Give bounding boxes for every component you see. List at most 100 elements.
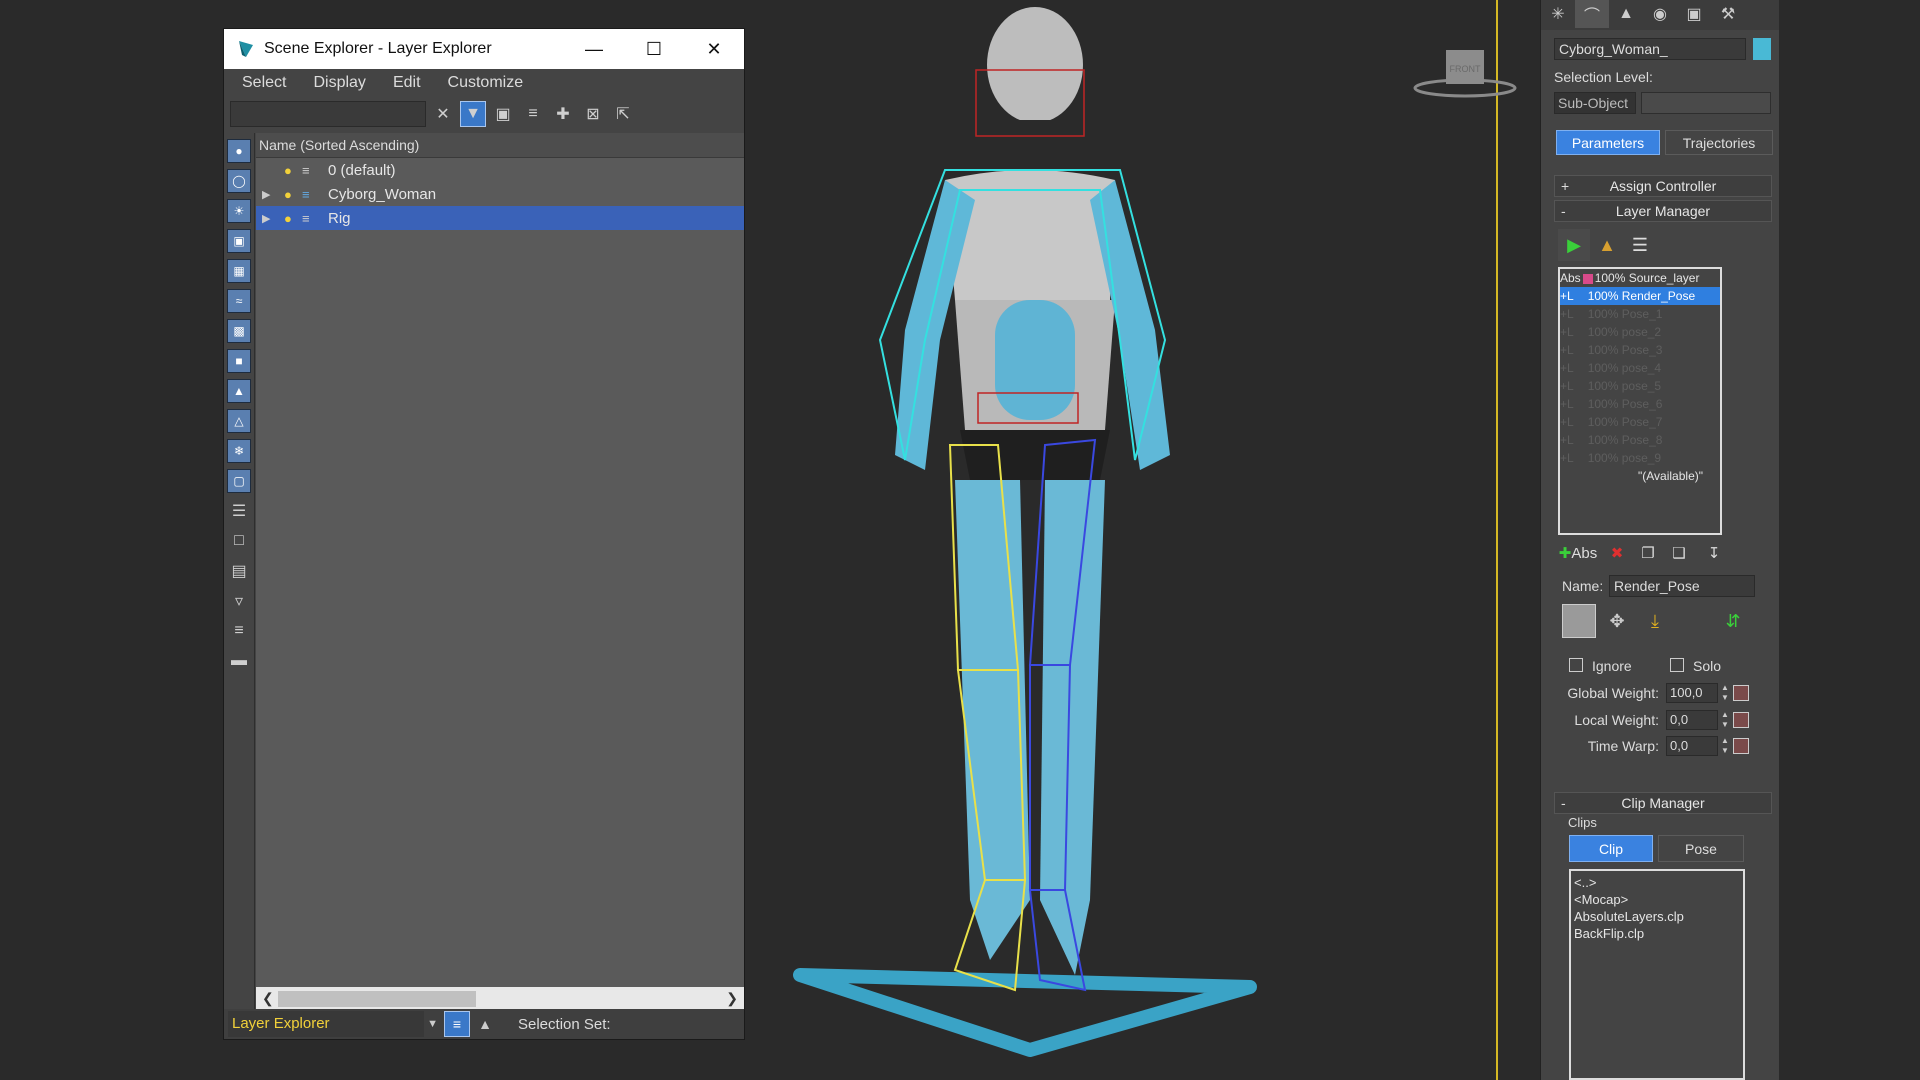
anim-layer-row[interactable]: +L 100% Render_Pose: [1560, 287, 1720, 305]
add-layer-button[interactable]: ✚: [550, 101, 576, 127]
column-header-name[interactable]: Name (Sorted Ascending): [256, 133, 744, 158]
add-abs-layer-button[interactable]: ✚ Abs: [1558, 539, 1598, 567]
anim-layer-row[interactable]: +L 100% Pose_8: [1560, 431, 1720, 449]
assign-controller-rollout[interactable]: + Assign Controller: [1554, 175, 1772, 197]
maximize-button[interactable]: ☐: [624, 29, 684, 69]
filter-options-button[interactable]: ≡: [227, 619, 251, 643]
bulb-icon[interactable]: ●: [284, 163, 298, 178]
motion-tab[interactable]: ◉: [1643, 0, 1677, 28]
anim-layer-row[interactable]: +L 100% pose_9: [1560, 449, 1720, 467]
time-warp-spinner[interactable]: ▲ ▼: [1720, 736, 1730, 756]
minimize-button[interactable]: —: [564, 29, 624, 69]
menu-customize[interactable]: Customize: [448, 74, 524, 92]
display-helpers-button[interactable]: ▦: [227, 259, 251, 283]
collapse-layer-button[interactable]: ↧: [1699, 539, 1729, 567]
close-button[interactable]: ✕: [684, 29, 744, 69]
display-bones-button[interactable]: ▲: [227, 379, 251, 403]
clip-item[interactable]: <..>: [1574, 874, 1743, 891]
global-weight-curve-button[interactable]: [1733, 685, 1749, 701]
delete-layer-button[interactable]: ✖: [1602, 539, 1632, 567]
anim-layer-list[interactable]: Abs 100% Source_layer +L 100% Render_Pose …: [1558, 267, 1722, 535]
tab-pose[interactable]: Pose: [1658, 835, 1744, 862]
display-invert-button[interactable]: ▤: [227, 559, 251, 583]
title-bar[interactable]: Scene Explorer - Layer Explorer — ☐ ✕: [224, 29, 744, 69]
tab-parameters[interactable]: Parameters: [1556, 130, 1660, 155]
display-geometry-button[interactable]: ●: [227, 139, 251, 163]
solo-checkbox[interactable]: [1670, 658, 1684, 672]
display-tab[interactable]: ▣: [1677, 0, 1711, 28]
display-xrefs-button[interactable]: ■: [227, 349, 251, 373]
play-button[interactable]: ▶: [1558, 229, 1590, 261]
menu-display[interactable]: Display: [313, 74, 365, 92]
anim-layer-row[interactable]: +L 100% pose_4: [1560, 359, 1720, 377]
layer-row-default[interactable]: ● ≡ 0 (default): [256, 158, 744, 182]
settings-button[interactable]: ☰: [1624, 229, 1656, 261]
ignore-checkbox[interactable]: [1569, 658, 1583, 672]
anim-layer-row[interactable]: Abs 100% Source_layer: [1560, 269, 1720, 287]
bulb-icon[interactable]: ●: [284, 211, 298, 226]
save-pose-button[interactable]: ⤓: [1638, 604, 1672, 638]
scroll-right-icon[interactable]: ❯: [726, 990, 738, 1007]
anim-layer-row[interactable]: +L 100% Pose_7: [1560, 413, 1720, 431]
layer-row-rig[interactable]: ▶ ● ≡ Rig: [256, 206, 744, 230]
menu-select[interactable]: Select: [242, 74, 286, 92]
scroll-thumb[interactable]: [278, 991, 476, 1007]
clip-item[interactable]: BackFlip.clp: [1574, 925, 1743, 942]
clip-item[interactable]: <Mocap>: [1574, 891, 1743, 908]
clip-list[interactable]: <..> <Mocap> AbsoluteLayers.clp BackFlip…: [1569, 869, 1745, 1080]
filter-button[interactable]: ▿: [227, 589, 251, 613]
copy-layer-button[interactable]: ❐: [1633, 539, 1663, 567]
local-weight-field[interactable]: 0,0: [1666, 710, 1718, 730]
lock-button[interactable]: ▣: [490, 101, 516, 127]
display-frozen-button[interactable]: ❄: [227, 439, 251, 463]
display-hidden-button[interactable]: ▢: [227, 469, 251, 493]
display-none-button[interactable]: □: [227, 529, 251, 553]
paste-layer-button[interactable]: ❑: [1664, 539, 1694, 567]
global-weight-spinner[interactable]: ▲ ▼: [1720, 683, 1730, 703]
time-warp-field[interactable]: 0,0: [1666, 736, 1718, 756]
anim-layer-row[interactable]: +L 100% pose_5: [1560, 377, 1720, 395]
layers-button[interactable]: ≡: [520, 101, 546, 127]
chevron-right-icon[interactable]: ▶: [262, 212, 276, 225]
local-weight-curve-button[interactable]: [1733, 712, 1749, 728]
layer-color-button[interactable]: [1562, 604, 1596, 638]
tab-trajectories[interactable]: Trajectories: [1665, 130, 1773, 155]
available-row[interactable]: "(Available)": [1560, 467, 1720, 485]
add-selected-button[interactable]: ⊠: [580, 101, 606, 127]
layer-name-field[interactable]: Render_Pose: [1609, 575, 1755, 597]
object-color-swatch[interactable]: [1753, 38, 1771, 60]
menu-edit[interactable]: Edit: [393, 74, 421, 92]
tree-button[interactable]: ▲: [1591, 229, 1623, 261]
chevron-right-icon[interactable]: ▶: [262, 188, 276, 201]
display-lights-button[interactable]: ☀: [227, 199, 251, 223]
layer-manager-rollout[interactable]: - Layer Manager: [1554, 200, 1772, 222]
anim-layer-row[interactable]: +L 100% Pose_1: [1560, 305, 1720, 323]
object-name-field[interactable]: Cyborg_Woman_: [1554, 38, 1746, 60]
scroll-left-icon[interactable]: ❮: [262, 990, 274, 1007]
clip-manager-rollout[interactable]: - Clip Manager: [1554, 792, 1772, 814]
anim-layer-row[interactable]: +L 100% Pose_6: [1560, 395, 1720, 413]
move-layer-button[interactable]: ⇵: [1716, 604, 1750, 638]
hierarchy-mode-button[interactable]: ▲: [472, 1011, 498, 1037]
select-objects-button[interactable]: ⇱: [610, 101, 636, 127]
display-shapes-button[interactable]: ◯: [227, 169, 251, 193]
clear-search-button[interactable]: ✕: [430, 101, 456, 127]
hierarchy-tab[interactable]: ▲: [1609, 0, 1643, 28]
view-cube[interactable]: FRONT: [1413, 50, 1517, 98]
horizontal-scrollbar[interactable]: ❮ ❯: [256, 987, 744, 1011]
search-input[interactable]: [230, 101, 426, 127]
layer-mode-button[interactable]: ≡: [444, 1011, 470, 1037]
display-groups-button[interactable]: ▩: [227, 319, 251, 343]
clip-item[interactable]: AbsoluteLayers.clp: [1574, 908, 1743, 925]
bulb-icon[interactable]: ●: [284, 187, 298, 202]
clapper-button[interactable]: ▬: [227, 649, 251, 673]
time-warp-curve-button[interactable]: [1733, 738, 1749, 754]
anim-layer-row[interactable]: +L 100% Pose_3: [1560, 341, 1720, 359]
display-spacewarps-button[interactable]: ≈: [227, 289, 251, 313]
global-weight-field[interactable]: 100,0: [1666, 683, 1718, 703]
anim-layer-row[interactable]: +L 100% pose_2: [1560, 323, 1720, 341]
display-containers-button[interactable]: △: [227, 409, 251, 433]
explorer-dropdown[interactable]: Layer Explorer ▼: [228, 1011, 438, 1037]
filter-toggle-button[interactable]: ▼: [460, 101, 486, 127]
move-button[interactable]: ✥: [1600, 604, 1634, 638]
